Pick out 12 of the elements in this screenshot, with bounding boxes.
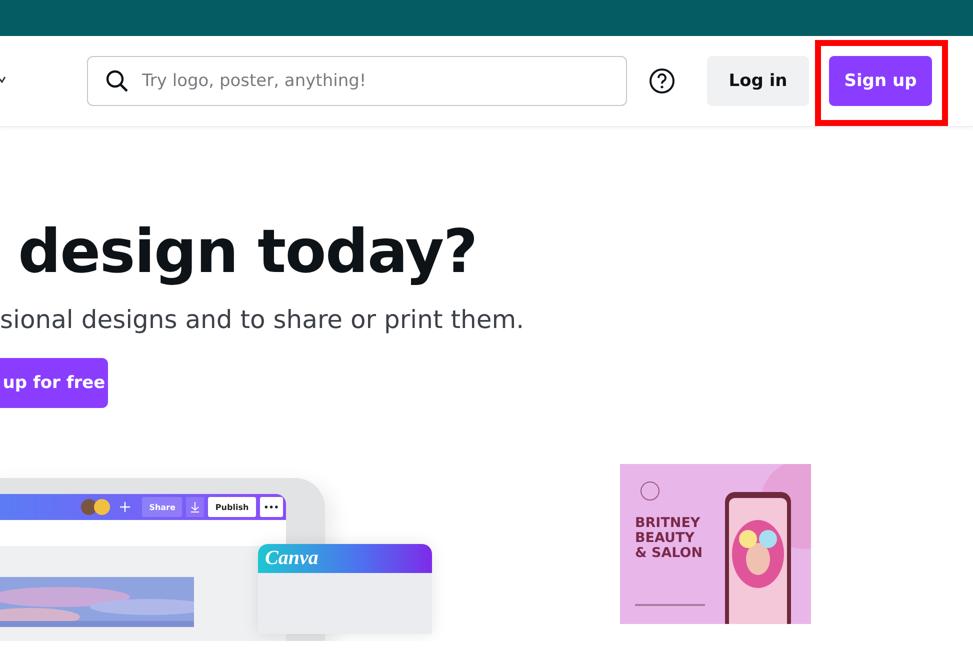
signup-button[interactable]: Sign up [829, 56, 932, 106]
login-button[interactable]: Log in [707, 56, 809, 106]
more-button[interactable]: ••• [260, 497, 283, 517]
canva-logo-text: Canva [265, 547, 318, 570]
hero-title: design today? [18, 217, 478, 287]
signup-free-button[interactable]: up for free [0, 358, 108, 408]
poster-title-line: BEAUTY [635, 531, 696, 546]
publish-button[interactable]: Publish [208, 497, 256, 517]
poster-title-line: BRITNEY [635, 516, 702, 531]
poster-title-line: & SALON [635, 546, 703, 561]
search-field[interactable]: Try logo, poster, anything! [87, 56, 627, 106]
hero-subtitle: sional designs and to share or print them. [0, 305, 526, 334]
